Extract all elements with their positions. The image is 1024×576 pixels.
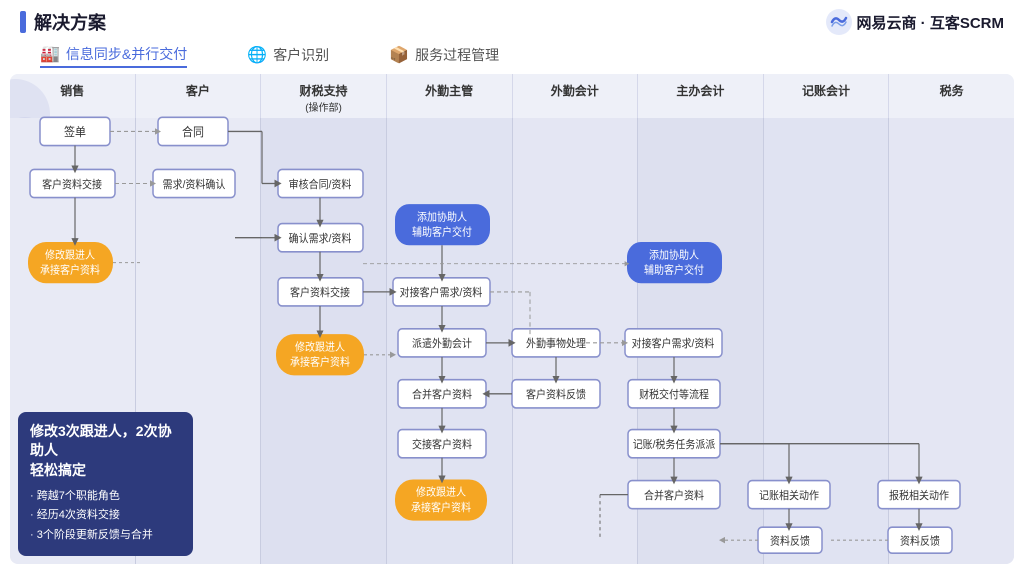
lane-finance	[261, 118, 387, 564]
highlight-box: 修改3次跟进人，2次协助人轻松搞定 · 跨越7个职能角色 · 经历4次资料交接 …	[18, 412, 193, 556]
columns-header: 销售 客户 财税支持 (操作部) 外勤主管 外勤会计 主办会计 记账会计 税务	[10, 74, 1014, 118]
col-header-field-acct: 外勤会计	[513, 74, 639, 118]
header-logo: 网易云商 · 互客SCRM	[825, 8, 1005, 36]
nav-tabs: 🏭 信息同步&并行交付 🌐 客户识别 📦 服务过程管理	[0, 40, 1024, 74]
logo-icon	[825, 8, 853, 36]
lane-bookkeeper	[764, 118, 890, 564]
col-header-customer: 客户	[136, 74, 262, 118]
col-header-field-mgr: 外勤主管	[387, 74, 513, 118]
logo-text: 网易云商 · 互客SCRM	[857, 12, 1005, 33]
col-header-bookkeeper: 记账会计	[764, 74, 890, 118]
col-header-sales: 销售	[10, 74, 136, 118]
header-left: 解决方案	[20, 9, 106, 35]
col-header-main-acct: 主办会计	[638, 74, 764, 118]
tab-service-mgmt-label: 服务过程管理	[415, 45, 499, 65]
page-title: 解决方案	[34, 9, 106, 35]
lane-main-acct	[638, 118, 764, 564]
highlight-items: · 跨越7个职能角色 · 经历4次资料交接 · 3个阶段更新反馈与合并	[30, 487, 181, 546]
highlight-item-1: · 跨越7个职能角色	[30, 487, 181, 507]
tab-customer-id[interactable]: 🌐 客户识别	[247, 45, 329, 67]
lane-field-acct	[513, 118, 639, 564]
tab-info-sync-label: 信息同步&并行交付	[66, 44, 187, 64]
highlight-item-2: · 经历4次资料交接	[30, 506, 181, 526]
lane-field-mgr	[387, 118, 513, 564]
globe-icon: 🌐	[247, 45, 267, 65]
factory-icon: 🏭	[40, 44, 60, 64]
tab-service-mgmt[interactable]: 📦 服务过程管理	[389, 45, 499, 67]
title-accent-bar	[20, 11, 26, 33]
col-header-finance: 财税支持 (操作部)	[261, 74, 387, 118]
package-icon: 📦	[389, 45, 409, 65]
diagram-area: 销售 客户 财税支持 (操作部) 外勤主管 外勤会计 主办会计 记账会计 税务	[10, 74, 1014, 564]
tab-info-sync[interactable]: 🏭 信息同步&并行交付	[40, 44, 187, 68]
highlight-title: 修改3次跟进人，2次协助人轻松搞定	[30, 422, 181, 481]
col-header-tax: 税务	[889, 74, 1014, 118]
lane-tax	[889, 118, 1014, 564]
header: 解决方案 网易云商 · 互客SCRM	[0, 0, 1024, 40]
tab-customer-id-label: 客户识别	[273, 45, 329, 65]
highlight-item-3: · 3个阶段更新反馈与合并	[30, 526, 181, 546]
